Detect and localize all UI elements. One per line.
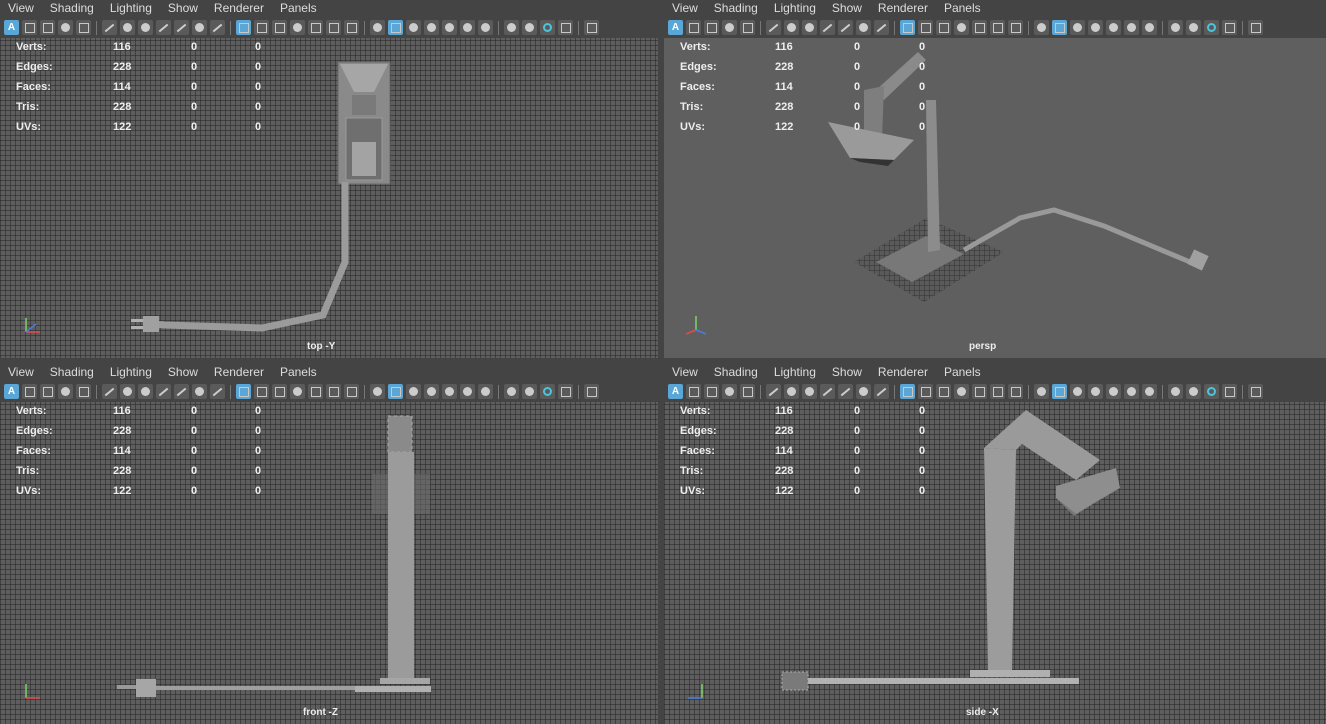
camera-label: top -Y: [307, 341, 336, 352]
hud-row: Edges: 228 0 0: [664, 60, 964, 80]
viewport-top[interactable]: View Shading Lighting Show Renderer Pane…: [0, 0, 658, 358]
viewport-persp[interactable]: View Shading Lighting Show Renderer Pane…: [664, 0, 1326, 358]
hud-value: 114: [775, 81, 793, 93]
hud-label: Verts:: [680, 41, 711, 53]
camera-label: side -X: [966, 707, 999, 718]
camera-label: persp: [969, 341, 997, 352]
hud-value: 228: [775, 61, 794, 73]
hud-row: Verts: 116 0 0: [664, 40, 964, 60]
hud-value: 0: [854, 81, 861, 93]
hud-label: Edges:: [680, 61, 717, 73]
axis-gizmo-icon: [25, 318, 40, 333]
hud-value: 0: [854, 41, 861, 53]
viewport-side[interactable]: View Shading Lighting Show Renderer Pane…: [664, 364, 1326, 724]
hud-value: 0: [919, 121, 926, 133]
lamp-model-front[interactable]: [0, 364, 658, 724]
axis-gizmo-icon: [25, 684, 40, 699]
hud-label: UVs:: [680, 121, 706, 133]
hud-value: 116: [775, 41, 793, 53]
axis-gizmo-icon: [688, 684, 703, 699]
axis-gizmo-icon: [685, 316, 707, 335]
hud-value: 0: [919, 101, 926, 113]
poly-count-hud: Verts: 116 0 0 Edges: 228 0 0 Faces: 114 0 0 Tris…: [664, 40, 964, 140]
lamp-model-side[interactable]: [664, 364, 1326, 724]
hud-value: 0: [854, 61, 861, 73]
hud-row: Faces: 114 0 0: [664, 80, 964, 100]
viewport-divider-horizontal[interactable]: [0, 358, 1326, 364]
hud-value: 0: [919, 41, 926, 53]
hud-value: 122: [775, 121, 794, 133]
camera-label: front -Z: [303, 707, 338, 718]
hud-value: 0: [854, 101, 861, 113]
hud-row: UVs: 122 0 0: [664, 120, 964, 140]
hud-value: 0: [919, 61, 926, 73]
viewport-front[interactable]: View Shading Lighting Show Renderer Pane…: [0, 364, 658, 724]
hud-label: Tris:: [680, 101, 704, 113]
hud-value: 0: [919, 81, 926, 93]
hud-label: Faces:: [680, 81, 715, 93]
lamp-model-top[interactable]: [0, 0, 658, 358]
hud-value: 228: [775, 101, 794, 113]
hud-row: Tris: 228 0 0: [664, 100, 964, 120]
hud-value: 0: [854, 121, 861, 133]
